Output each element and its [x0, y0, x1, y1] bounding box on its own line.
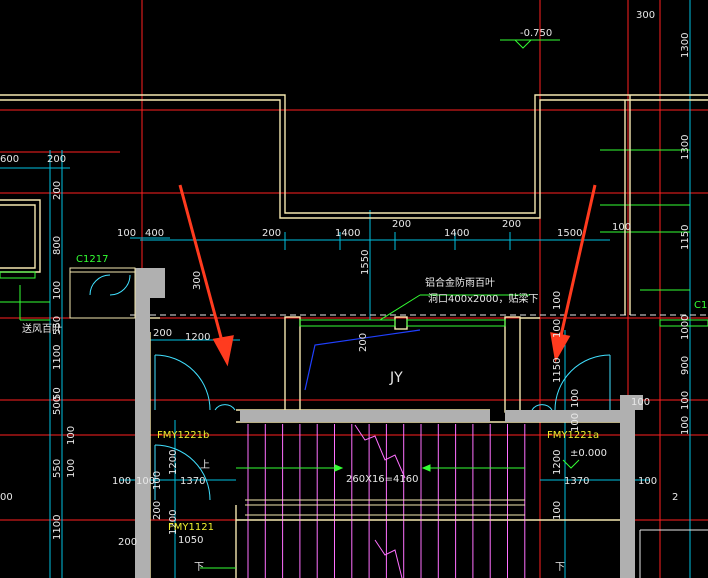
- down-label-bottom: 下: [555, 562, 565, 573]
- red-arrow-left: [178, 184, 225, 346]
- dim-top-1: 1400: [335, 228, 360, 239]
- dim-inner-6: 100: [570, 389, 581, 408]
- dim-inner-14: 100: [552, 501, 563, 520]
- dim-left-v-1: 800: [52, 236, 63, 255]
- dim-right-v-0: 1300: [680, 33, 691, 58]
- stair-landing-bars: [245, 499, 525, 521]
- vent-louver-label: 送风百叶: [22, 322, 62, 335]
- red-arrow-left-head: [212, 335, 234, 367]
- level-label: ±0.000: [570, 448, 607, 459]
- opening-label: 洞口400x2000，贴梁下: [428, 292, 538, 305]
- stair-break-line: [354, 424, 406, 479]
- dim-left-v-11: 200: [118, 537, 137, 548]
- dim-inner-18: 100: [152, 471, 163, 490]
- dim-right-h-4: 2: [672, 492, 678, 503]
- wall-outlines: [0, 94, 708, 578]
- dim-inner-13: 1370: [564, 476, 589, 487]
- dim-top-4: 200: [502, 219, 521, 230]
- dim-right-v-6: 100: [680, 416, 691, 435]
- elevation-top-label: -0.750: [520, 28, 552, 39]
- window-c1217: [69, 267, 136, 319]
- dim-right-v-1: 1300: [680, 135, 691, 160]
- up-label: 上: [200, 459, 210, 471]
- dim-left-v-0: 200: [52, 181, 63, 200]
- dim-inner-12: 1200: [168, 450, 179, 475]
- axis-grid-lines: [0, 0, 708, 578]
- dim-right-v-2: 1150: [680, 225, 691, 250]
- dim-inner-9: 100: [112, 476, 131, 487]
- dim-left-h-3: 400: [145, 228, 164, 239]
- dim-left-v-6: 50: [52, 387, 63, 400]
- door-left-label: FMY1221b: [157, 430, 209, 441]
- dim-right-h-0: 300: [636, 10, 655, 21]
- annotation-lines: [0, 39, 690, 321]
- dim-left-v-9: 100: [66, 459, 77, 478]
- dim-right-v-4: 900: [680, 356, 691, 375]
- dim-left-h-5: 1200: [185, 332, 210, 343]
- door-lower-label: FMY1121: [168, 522, 214, 533]
- dim-top-2: 200: [392, 219, 411, 230]
- dimension-lines: [0, 0, 691, 578]
- dim-inner-5: 1150: [552, 358, 563, 383]
- dim-right-h-1: 100: [612, 222, 631, 233]
- dim-left-h-2: 100: [117, 228, 136, 239]
- dim-right-v-3: 1000: [680, 315, 691, 340]
- section-marker: [639, 529, 708, 578]
- room-label: JY: [389, 370, 403, 386]
- red-arrow-right: [558, 184, 597, 341]
- dim-left-h-0: 600: [0, 154, 19, 165]
- dim-right-v-5: 100: [680, 391, 691, 410]
- door-right-label: FMY1221a: [547, 430, 599, 441]
- dim-left-h-4: 200: [153, 328, 172, 339]
- stair-break-line-lower: [374, 539, 403, 578]
- dim-inner-17: 200: [152, 501, 163, 520]
- dim-inner-4: 100: [552, 319, 563, 338]
- dim-inner-11: 1370: [180, 476, 205, 487]
- dim-right-h-2: 100: [631, 397, 650, 408]
- window-c1217-label: C1217: [76, 254, 108, 265]
- stair-dim-label: 260X16=4160: [346, 474, 419, 485]
- dim-top-0: 200: [262, 228, 281, 239]
- dim-top-5: 1500: [557, 228, 582, 239]
- dim-left-v-8: 550: [52, 459, 63, 478]
- dim-inner-1: 1550: [360, 250, 371, 275]
- down-label-left: 下: [194, 562, 204, 573]
- floor-plan-drawing: 200 1400 200 1400 200 1500 600 200 100 4…: [0, 0, 708, 578]
- dim-right-h-3: 100: [638, 476, 657, 487]
- dim-inner-16: 1050: [178, 535, 203, 546]
- louver-label: 铝合金防雨百叶: [425, 276, 495, 289]
- dim-top-3: 1400: [444, 228, 469, 239]
- dim-inner-3: 100: [552, 291, 563, 310]
- dim-left-v-2: 100: [52, 281, 63, 300]
- stair-treads: [247, 424, 526, 578]
- dim-left-h-1: 200: [47, 154, 66, 165]
- red-annotation-arrows: [178, 184, 597, 367]
- dim-inner-0: 300: [192, 271, 203, 290]
- dimension-labels: 200 1400 200 1400 200 1500 600 200 100 4…: [0, 10, 691, 548]
- dim-inner-19: 00: [0, 492, 13, 503]
- dim-inner-8: 1200: [552, 450, 563, 475]
- dim-inner-2: 200: [358, 333, 369, 352]
- dim-left-v-10: 1100: [52, 515, 63, 540]
- dim-left-v-4: 1100: [52, 345, 63, 370]
- window-c15-label: C15: [694, 300, 708, 311]
- dim-left-v-7: 100: [66, 426, 77, 445]
- cad-drawing-canvas[interactable]: 200 1400 200 1400 200 1500 600 200 100 4…: [0, 0, 708, 578]
